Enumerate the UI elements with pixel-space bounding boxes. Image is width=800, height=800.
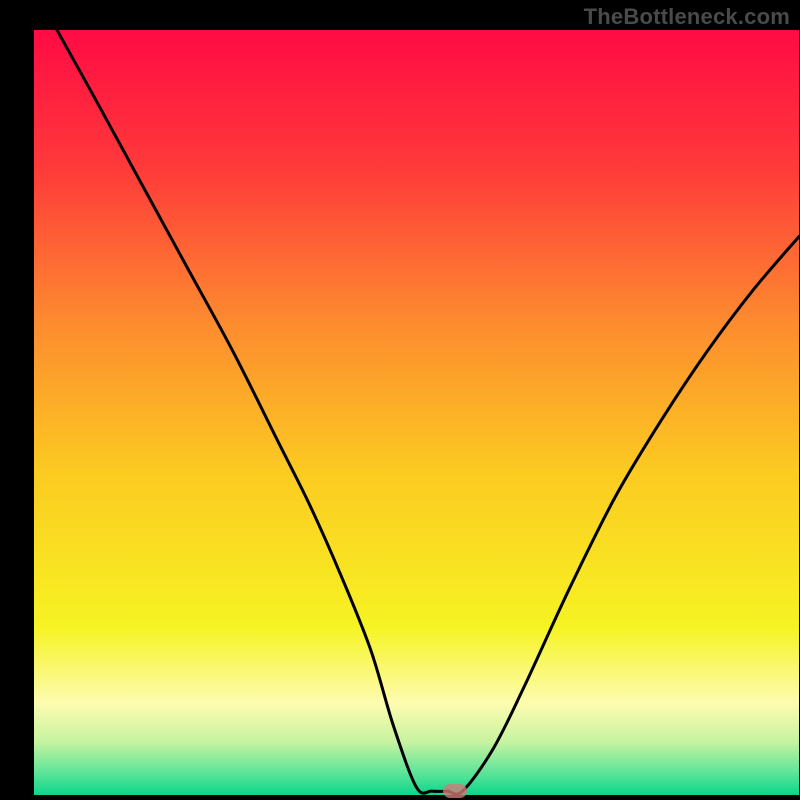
chart-svg	[34, 30, 799, 795]
gradient-background	[34, 30, 799, 795]
watermark-text: TheBottleneck.com	[584, 4, 790, 30]
plot-area	[34, 30, 799, 795]
optimum-marker	[443, 784, 467, 798]
chart-frame: TheBottleneck.com	[0, 0, 800, 800]
